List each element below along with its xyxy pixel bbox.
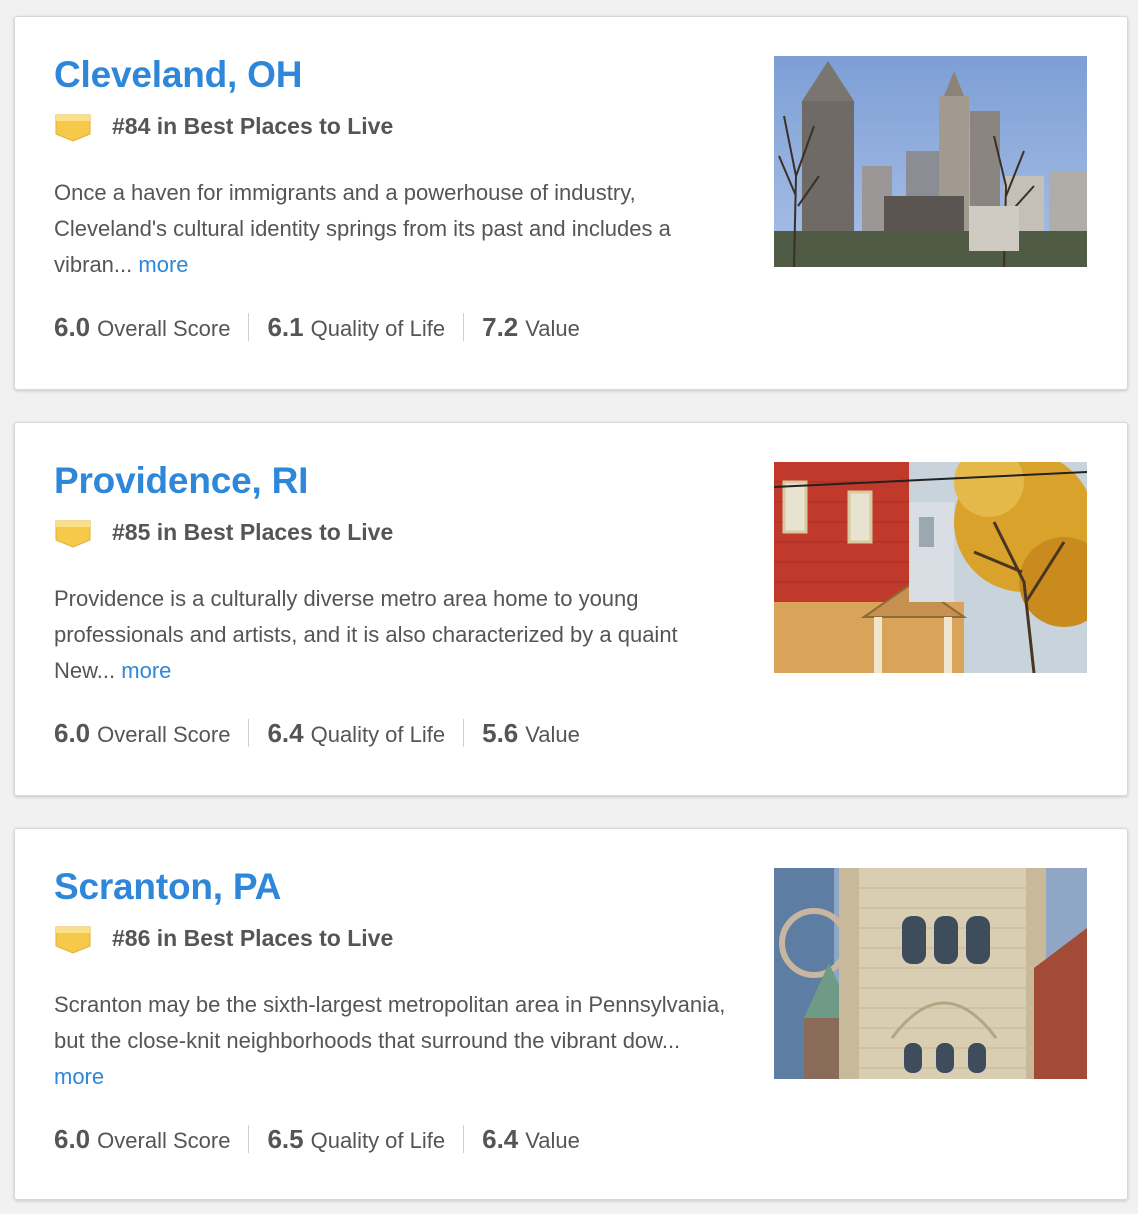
more-link[interactable]: more bbox=[121, 658, 171, 683]
score-value: 6.1 bbox=[267, 311, 304, 342]
place-card: Cleveland, OH #84 in Best Places to Live… bbox=[14, 16, 1128, 390]
scores-row: 6.0 Overall Score 6.5 Quality of Life 6.… bbox=[54, 1119, 734, 1159]
quality-of-life-score: 6.5 Quality of Life bbox=[267, 1124, 445, 1155]
city-photo[interactable] bbox=[774, 56, 1087, 267]
description-text: Scranton may be the sixth-largest metrop… bbox=[54, 992, 726, 1053]
place-card-content: Scranton, PA #86 in Best Places to Live … bbox=[54, 863, 734, 1159]
score-value: 6.0 bbox=[54, 311, 91, 342]
overall-score: 6.0 Overall Score bbox=[54, 312, 230, 343]
divider bbox=[463, 313, 465, 341]
score-label: Value bbox=[525, 315, 580, 341]
score-label: Overall Score bbox=[97, 721, 231, 747]
score-label: Overall Score bbox=[97, 1127, 231, 1153]
rank-label: #84 in Best Places to Live bbox=[112, 112, 394, 139]
divider bbox=[463, 1125, 465, 1153]
rank-row: #85 in Best Places to Live bbox=[54, 513, 734, 551]
score-value: 6.4 bbox=[482, 1123, 519, 1154]
divider bbox=[248, 719, 250, 747]
city-photo[interactable] bbox=[774, 462, 1087, 673]
divider bbox=[248, 313, 250, 341]
overall-score: 6.0 Overall Score bbox=[54, 1124, 230, 1155]
rank-label: #86 in Best Places to Live bbox=[112, 924, 394, 951]
city-description: Providence is a culturally diverse metro… bbox=[54, 581, 729, 689]
rank-row: #84 in Best Places to Live bbox=[54, 107, 734, 145]
score-value: 7.2 bbox=[482, 311, 519, 342]
more-link[interactable]: more bbox=[138, 252, 188, 277]
score-label: Value bbox=[525, 721, 580, 747]
value-score: 5.6 Value bbox=[482, 718, 580, 749]
score-label: Overall Score bbox=[97, 315, 231, 341]
score-value: 6.5 bbox=[267, 1123, 304, 1154]
score-value: 5.6 bbox=[482, 717, 519, 748]
value-score: 7.2 Value bbox=[482, 312, 580, 343]
score-value: 6.4 bbox=[267, 717, 304, 748]
rank-row: #86 in Best Places to Live bbox=[54, 919, 734, 957]
rank-label: #85 in Best Places to Live bbox=[112, 518, 394, 545]
more-link[interactable]: more bbox=[54, 1064, 104, 1089]
quality-of-life-score: 6.1 Quality of Life bbox=[267, 312, 445, 343]
divider bbox=[248, 1125, 250, 1153]
place-card-content: Providence, RI #85 in Best Places to Liv… bbox=[54, 457, 734, 753]
score-label: Value bbox=[525, 1127, 580, 1153]
score-label: Quality of Life bbox=[310, 721, 446, 747]
city-title-link[interactable]: Cleveland, OH bbox=[54, 51, 734, 99]
city-title-link[interactable]: Scranton, PA bbox=[54, 863, 734, 911]
tower-photo-icon bbox=[774, 868, 1087, 1079]
value-score: 6.4 Value bbox=[482, 1124, 580, 1155]
score-label: Quality of Life bbox=[310, 315, 446, 341]
place-card-content: Cleveland, OH #84 in Best Places to Live… bbox=[54, 51, 734, 347]
score-value: 6.0 bbox=[54, 717, 91, 748]
score-value: 6.0 bbox=[54, 1123, 91, 1154]
score-label: Quality of Life bbox=[310, 1127, 446, 1153]
quality-of-life-score: 6.4 Quality of Life bbox=[267, 718, 445, 749]
houses-photo-icon bbox=[774, 462, 1087, 673]
scores-row: 6.0 Overall Score 6.4 Quality of Life 5.… bbox=[54, 713, 734, 753]
place-card: Scranton, PA #86 in Best Places to Live … bbox=[14, 828, 1128, 1200]
place-card: Providence, RI #85 in Best Places to Liv… bbox=[14, 422, 1128, 796]
divider bbox=[463, 719, 465, 747]
ranking-badge-icon bbox=[55, 926, 91, 954]
city-photo[interactable] bbox=[774, 868, 1087, 1079]
skyline-photo-icon bbox=[774, 56, 1087, 267]
ranking-badge-icon bbox=[55, 114, 91, 142]
scores-row: 6.0 Overall Score 6.1 Quality of Life 7.… bbox=[54, 307, 734, 347]
places-list: Cleveland, OH #84 in Best Places to Live… bbox=[14, 16, 1128, 1200]
city-title-link[interactable]: Providence, RI bbox=[54, 457, 734, 505]
city-description: Scranton may be the sixth-largest metrop… bbox=[54, 987, 729, 1095]
ranking-badge-icon bbox=[55, 520, 91, 548]
city-description: Once a haven for immigrants and a powerh… bbox=[54, 175, 729, 283]
overall-score: 6.0 Overall Score bbox=[54, 718, 230, 749]
